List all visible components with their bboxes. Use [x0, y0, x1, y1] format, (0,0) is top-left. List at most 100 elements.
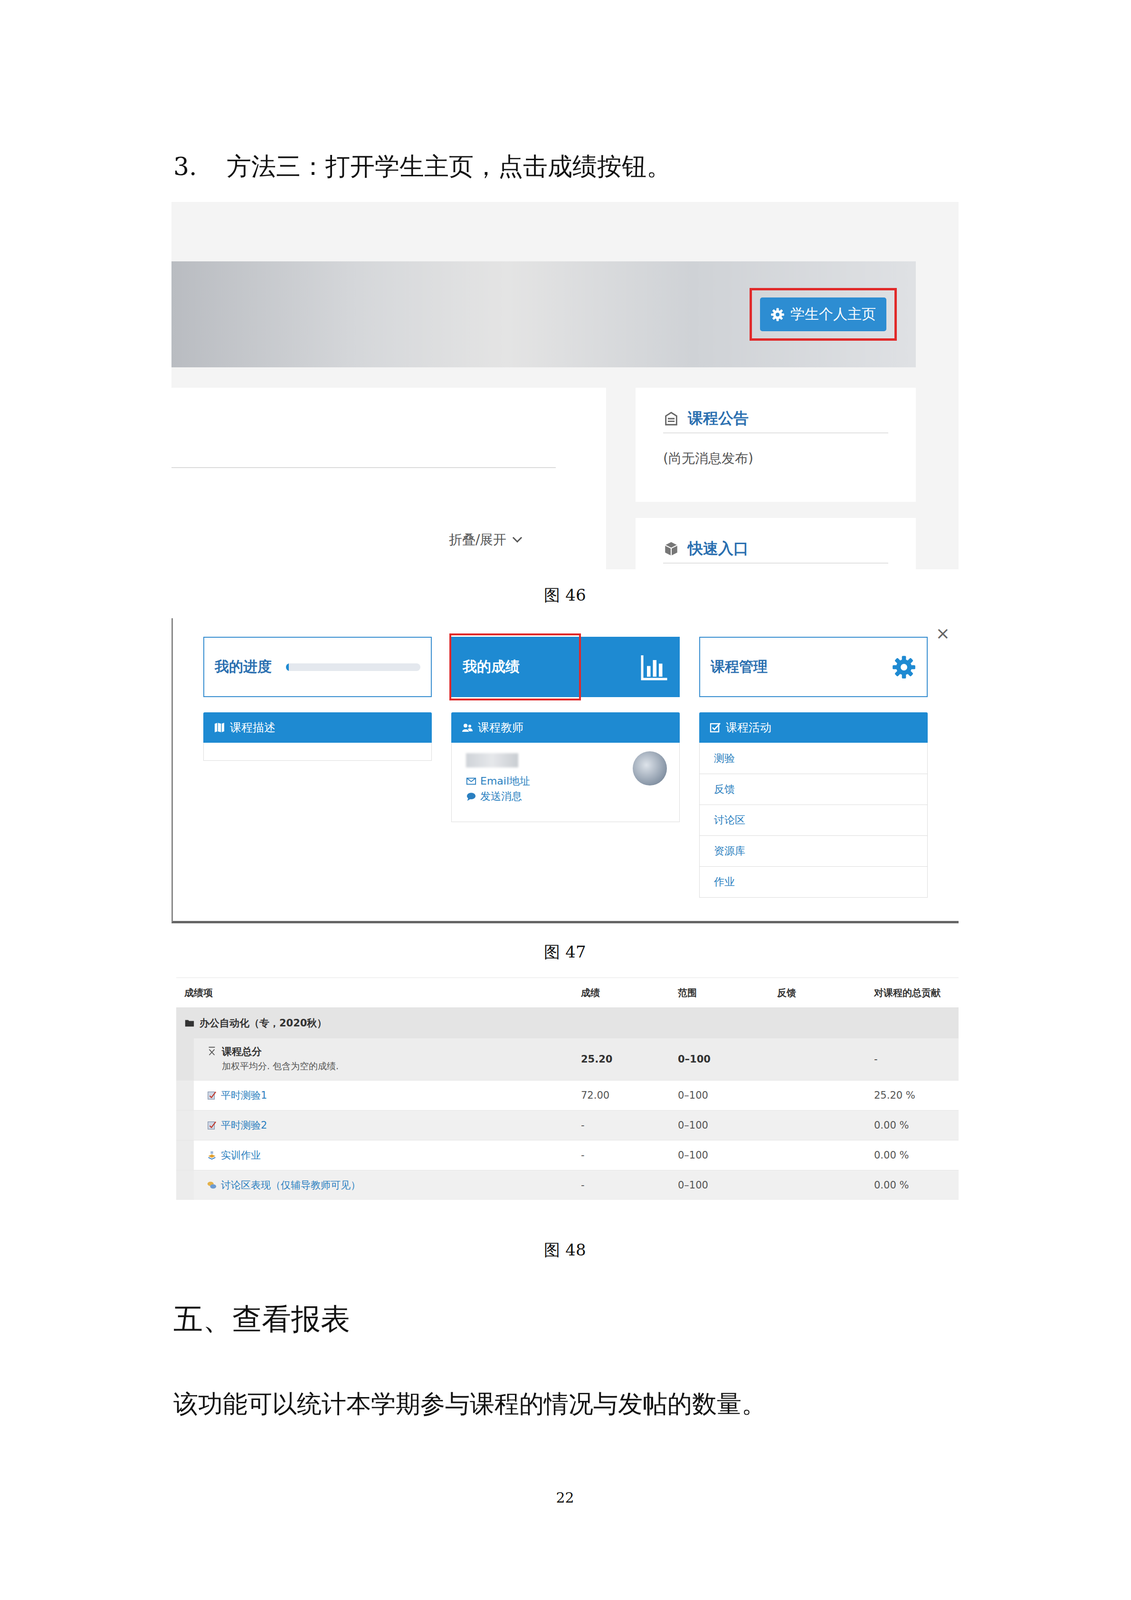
- activity-item[interactable]: 讨论区: [699, 804, 928, 836]
- table-cell: 0–100: [677, 1178, 709, 1191]
- table-cell: -: [580, 1149, 585, 1161]
- activity-label[interactable]: 资源库: [713, 843, 746, 858]
- total-name: 课程总分: [221, 1044, 339, 1058]
- bar-chart-icon: [639, 652, 669, 682]
- chat-icon: [465, 790, 477, 802]
- quiz-icon: [206, 1119, 218, 1131]
- grade-item-link[interactable]: 实训作业: [220, 1148, 261, 1162]
- table-cell: 25.20 %: [874, 1089, 916, 1101]
- card-header: 课程描述: [203, 712, 432, 743]
- grade-item-link[interactable]: 平时测验2: [220, 1118, 267, 1132]
- envelope-icon: [465, 775, 477, 787]
- page-number: 22: [171, 1488, 959, 1506]
- quick-entry-card: 快速入口: [635, 517, 916, 570]
- section-text: 该功能可以统计本学期参与课程的情况与发帖的数量。: [171, 1388, 959, 1418]
- table-cell: 0–100: [677, 1053, 711, 1065]
- book-icon: [213, 721, 226, 733]
- tile-label: 课程管理: [710, 656, 768, 677]
- table-cell: 0–100: [677, 1119, 709, 1131]
- dashboard-tile[interactable]: 我的进度: [203, 636, 432, 697]
- column-header: 成绩: [580, 986, 600, 998]
- column-header: 范围: [677, 986, 697, 998]
- activity-item[interactable]: 反馈: [699, 773, 928, 805]
- activities-card: 课程活动测验反馈讨论区资源库作业: [699, 712, 928, 898]
- toggle-label[interactable]: 折叠/展开: [448, 530, 507, 549]
- message-label[interactable]: 发送消息: [480, 788, 523, 804]
- checkbox-icon: [709, 721, 722, 733]
- dashboard-tile[interactable]: 我的成绩: [451, 636, 680, 697]
- progress-bar: [285, 663, 421, 671]
- column-header: 成绩项: [184, 986, 213, 998]
- highlight-box: 学生个人主页: [749, 287, 897, 341]
- teacher-card: 课程教师 Email地址发送消息: [451, 712, 680, 822]
- column-header: 反馈: [777, 986, 797, 998]
- card-title: 课程活动: [725, 719, 772, 735]
- grade-item-link[interactable]: 平时测验1: [220, 1088, 267, 1102]
- caption: 图 46: [171, 585, 959, 605]
- description-card: 课程描述: [203, 712, 432, 761]
- card-header: 课程教师: [451, 712, 680, 743]
- announcements-card: 课程公告 (尚无消息发布): [635, 387, 916, 502]
- divider: [171, 466, 556, 468]
- table-cell: 0.00 %: [874, 1119, 909, 1131]
- activity-item[interactable]: 资源库: [699, 835, 928, 866]
- figure-46: 学生个人主页折叠/展开 课程公告 (尚无消息发布) 快速入口: [171, 201, 959, 570]
- section-title: 五、查看报表: [171, 1302, 959, 1336]
- table-cell: 72.00: [580, 1089, 610, 1101]
- quiz-icon: [206, 1089, 218, 1101]
- box-icon: [663, 540, 680, 557]
- highlight-box: [449, 633, 581, 701]
- folder-icon: [184, 1017, 195, 1028]
- toggle-row[interactable]: 折叠/展开: [171, 530, 607, 549]
- tile-label: 我的进度: [214, 656, 272, 677]
- banner-photo: 学生个人主页: [171, 261, 916, 368]
- grade-row: 实训作业-0–1000.00 %: [176, 1139, 959, 1170]
- grade-item-link[interactable]: 讨论区表现（仅辅导教师可见）: [220, 1178, 361, 1192]
- column-header: 对课程的总贡献: [874, 986, 941, 998]
- message-link[interactable]: 发送消息: [465, 788, 680, 804]
- dashboard-tile[interactable]: 课程管理: [699, 636, 928, 697]
- step-heading: 3.方法三：打开学生主页，点击成绩按钮。: [171, 152, 959, 181]
- email-label[interactable]: Email地址: [480, 773, 531, 789]
- table-cell: 0–100: [677, 1089, 709, 1101]
- announcements-body: (尚无消息发布): [663, 450, 754, 466]
- gears-icon: [770, 307, 785, 322]
- student-home-button[interactable]: 学生个人主页: [760, 297, 887, 332]
- table-cell: 0.00 %: [874, 1149, 909, 1161]
- activity-label[interactable]: 反馈: [713, 781, 735, 797]
- total-note: 加权平均分. 包含为空的成绩.: [221, 1059, 339, 1073]
- activity-label[interactable]: 讨论区: [713, 812, 746, 827]
- grade-row: 平时测验2 - 0–100 0.00 %: [176, 1109, 959, 1140]
- activity-item[interactable]: 测验: [699, 742, 928, 774]
- progress-fill: [285, 663, 289, 671]
- grade-row: 平时测验1 72.00 0–100 25.20 %: [176, 1079, 959, 1110]
- card-title: 课程描述: [229, 719, 276, 735]
- table-cell: -: [580, 1178, 585, 1191]
- table-cell: -: [580, 1119, 585, 1131]
- tile-label: 我的成绩: [462, 656, 520, 677]
- forum-icon: [206, 1179, 218, 1190]
- activity-label[interactable]: 测验: [713, 750, 735, 766]
- category-name: 办公自动化（专，2020秋）: [199, 1016, 327, 1030]
- grades-table: 成绩项 成绩 范围 反馈 对课程的总贡献办公自动化（专，2020秋） 课程总分加权平均分.…: [176, 977, 959, 1200]
- table-header: 成绩项 成绩 范围 反馈 对课程的总贡献: [176, 977, 959, 1008]
- chevron-down-icon: [511, 533, 524, 546]
- gear-icon: [891, 654, 917, 680]
- caption: 图 48: [171, 1239, 959, 1259]
- activity-item[interactable]: 作业: [699, 865, 928, 897]
- teacher-avatar: [632, 750, 667, 786]
- assignment-icon: [206, 1149, 218, 1160]
- card-header: 课程活动: [699, 712, 928, 743]
- figure-47: × 我的进度 我的成绩 课程管理课程描述 课程教师 Email地址发送消息 课程活动测验反馈…: [171, 617, 959, 923]
- caption: 图 47: [171, 941, 959, 961]
- course-total-row: 课程总分加权平均分. 包含为空的成绩. 25.20 0–100 -: [176, 1037, 959, 1080]
- card-title: 课程教师: [477, 719, 524, 735]
- announcements-title: 课程公告: [687, 408, 749, 429]
- activity-label[interactable]: 作业: [713, 874, 735, 889]
- table-cell: -: [874, 1053, 878, 1065]
- close-button[interactable]: ×: [935, 624, 951, 642]
- step-number: 3.: [173, 152, 198, 181]
- table-cell: 25.20: [580, 1053, 613, 1065]
- people-icon: [461, 721, 474, 733]
- announcement-icon: [663, 410, 680, 427]
